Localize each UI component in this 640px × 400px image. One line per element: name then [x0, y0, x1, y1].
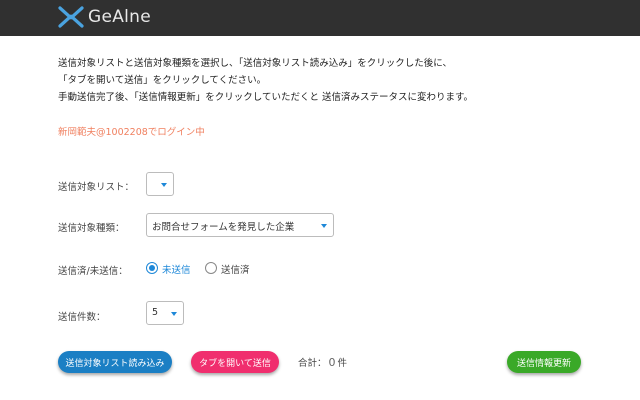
radio-sent[interactable] [205, 262, 217, 274]
chevron-down-icon [171, 312, 177, 316]
type-label: 送信対象種類： [58, 223, 125, 234]
instruction-line-2: 「タブを開いて送信」をクリックしてください。 [58, 75, 267, 86]
total-number: 0 [328, 356, 336, 369]
radio-unsent-label[interactable]: 未送信 [162, 262, 191, 276]
chevron-down-icon [321, 224, 327, 228]
app-header: GeAlne [0, 0, 640, 36]
count-select[interactable]: 5 [146, 301, 184, 325]
logo-icon [58, 6, 84, 28]
type-select[interactable]: お問合せフォームを発見した企業 [146, 213, 334, 237]
instruction-line-3: 手動送信完了後、「送信情報更新」をクリックしていただくと 送信済みステータスに変… [58, 92, 474, 103]
total-count: 合計： 0 件 [298, 355, 347, 369]
list-label: 送信対象リスト： [58, 182, 135, 193]
count-select-value: 5 [152, 307, 159, 318]
radio-sent-label[interactable]: 送信済 [221, 262, 250, 276]
type-select-value: お問合せフォームを発見した企業 [152, 222, 295, 233]
total-prefix: 合計： [298, 358, 327, 369]
open-tabs-button[interactable]: タブを開いて送信 [191, 351, 279, 373]
login-status: 新岡範夫@1002208でログイン中 [58, 127, 205, 138]
list-select[interactable] [146, 172, 174, 196]
load-list-button[interactable]: 送信対象リスト読み込み [58, 351, 172, 373]
radio-unsent[interactable] [146, 262, 158, 274]
total-unit: 件 [337, 358, 348, 369]
brand-name: GeAlne [88, 7, 152, 27]
status-label: 送信済/未送信： [58, 266, 128, 277]
instruction-line-1: 送信対象リストと送信対象種類を選択し、「送信対象リスト読み込み」をクリックした後… [58, 58, 452, 69]
update-info-button[interactable]: 送信情報更新 [507, 351, 581, 373]
count-label: 送信件数： [58, 312, 106, 323]
chevron-down-icon [161, 183, 167, 187]
